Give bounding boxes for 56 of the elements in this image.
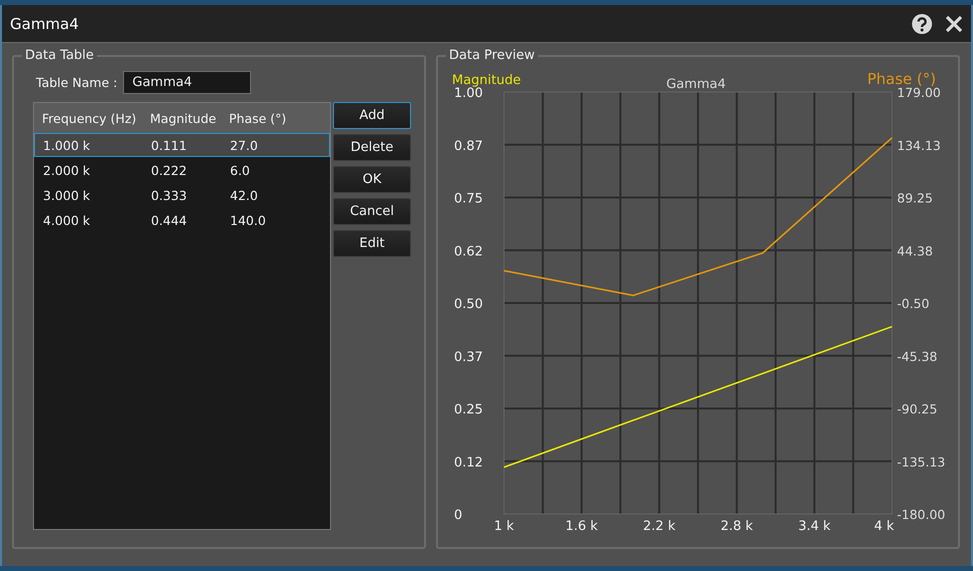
- table-cell-text: 140.0: [230, 212, 267, 228]
- axis-label: 179.00: [897, 85, 941, 100]
- axis-label: 44.38: [897, 243, 933, 258]
- axis-label: 0.37: [454, 350, 483, 365]
- axis-label: 134.13: [897, 138, 941, 153]
- table-cell-text: 3.000 k: [43, 188, 91, 202]
- axis-label: 0.75: [454, 192, 483, 206]
- close-icon[interactable]: [945, 14, 963, 32]
- axis-label: 2.8 k: [720, 519, 753, 534]
- axis-label: 0.50: [454, 297, 483, 312]
- action-button[interactable]: Edit: [333, 230, 411, 257]
- window-title: Gamma4: [10, 14, 80, 32]
- table-cell-text: 2.000 k: [43, 162, 91, 178]
- axis-label: 3.4 k: [798, 519, 831, 534]
- axis-title: Phase (°): [867, 70, 936, 88]
- table-cell-text: 42.0: [230, 188, 259, 202]
- table-cell-text: 0.333: [151, 188, 188, 202]
- axis-label: 1.00: [454, 86, 483, 101]
- axis-label: -180.00: [897, 507, 946, 522]
- table-name-field[interactable]: Gamma4: [123, 71, 252, 94]
- table-cell-text: 1.000 k: [43, 138, 91, 152]
- column-header: Phase (°): [229, 110, 288, 126]
- axis-label: 4 k: [874, 519, 894, 534]
- axis-label: -90.25: [897, 402, 938, 416]
- table-cell-text: 27.0: [230, 138, 259, 152]
- chart-title: Gamma4: [666, 77, 726, 92]
- table-row[interactable]: 1.000 k 0.111 27.0: [34, 133, 330, 157]
- axis-label: 0.25: [454, 402, 483, 418]
- axis-label: -45.38: [897, 348, 938, 364]
- axis-label: 0: [454, 508, 462, 523]
- axis-label: 1.6 k: [565, 519, 598, 534]
- table-cell-text: 0.222: [151, 162, 188, 178]
- axis-title: Magnitude: [452, 73, 521, 88]
- column-header: Frequency (Hz): [42, 110, 138, 126]
- table-cell-text: 0.444: [151, 212, 188, 228]
- table-cell-text: 0.111: [151, 138, 188, 152]
- action-button[interactable]: Cancel: [333, 198, 411, 225]
- action-button[interactable]: Delete: [333, 134, 411, 161]
- table-row[interactable]: 2.000 k 0.222 6.0: [34, 158, 330, 182]
- field-label: Table Name :: [36, 75, 118, 90]
- table-row[interactable]: 3.000 k 0.333 42.0: [34, 183, 330, 207]
- table-row[interactable]: 4.000 k 0.444 140.0: [34, 208, 330, 232]
- axis-label: 89.25: [897, 190, 933, 206]
- table-cell-text: 6.0: [230, 162, 251, 178]
- help-icon[interactable]: [911, 12, 933, 34]
- column-header: Magnitude: [150, 110, 218, 126]
- axis-label: 0.87: [454, 138, 483, 154]
- axis-label: 2.2 k: [643, 519, 676, 534]
- axis-label: 1 k: [494, 519, 514, 534]
- action-button[interactable]: OK: [333, 166, 411, 193]
- axis-label: -0.50: [897, 296, 930, 311]
- axis-label: 0.12: [454, 455, 483, 470]
- axis-label: -135.13: [897, 454, 946, 470]
- table-cell-text: 4.000 k: [43, 212, 91, 228]
- axis-label: 0.62: [454, 244, 483, 260]
- action-button[interactable]: Add: [333, 102, 411, 129]
